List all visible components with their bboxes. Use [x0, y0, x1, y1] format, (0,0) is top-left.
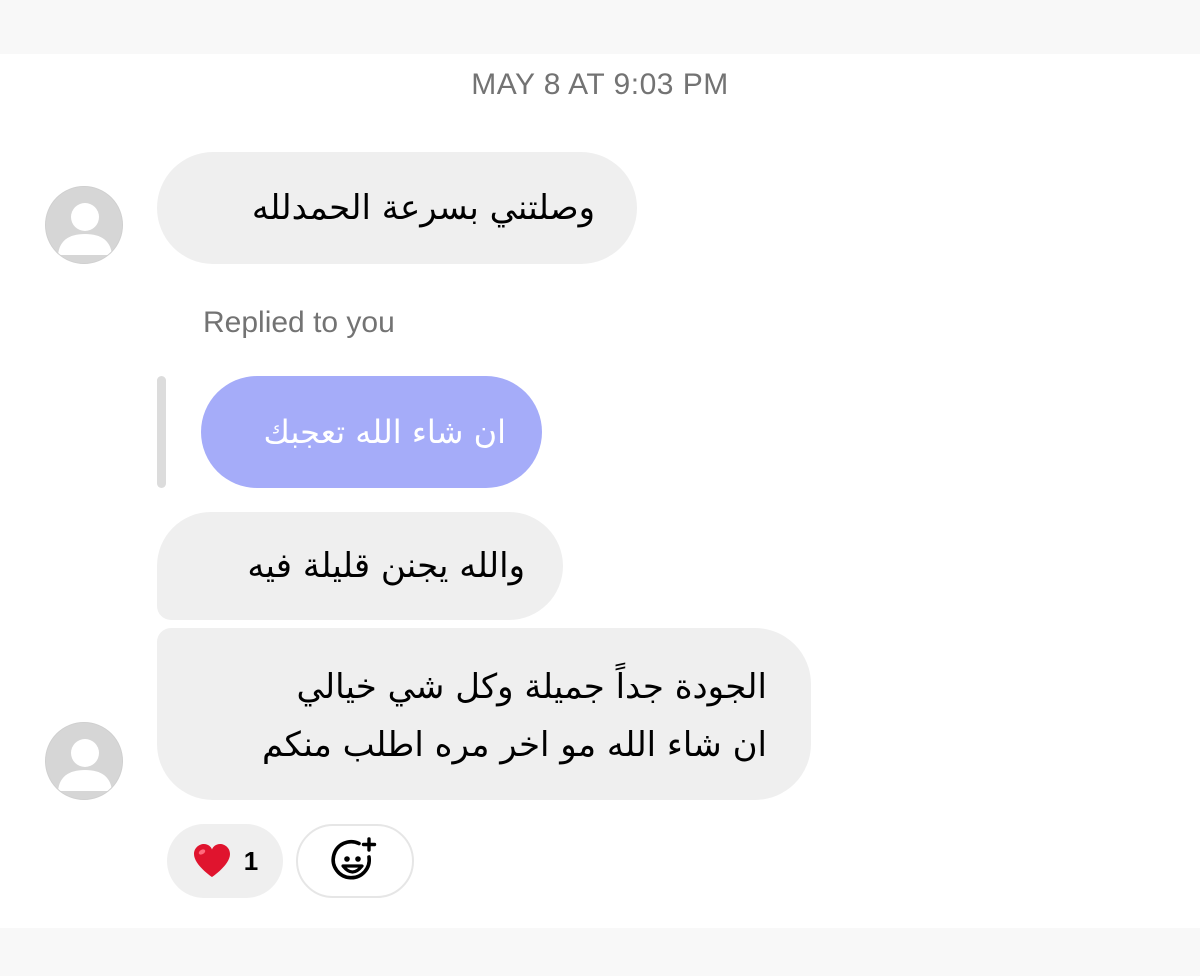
reply-indicator-bar — [157, 376, 166, 488]
message-text: وصلتني بسرعة الحمدلله — [251, 188, 595, 228]
quoted-message-bubble[interactable]: ان شاء الله تعجبك — [201, 376, 542, 488]
add-reaction-button[interactable] — [296, 824, 414, 898]
top-strip — [0, 0, 1200, 54]
message-bubble[interactable]: وصلتني بسرعة الحمدلله — [157, 152, 637, 264]
bottom-strip — [0, 928, 1200, 976]
replied-to-label: Replied to you — [203, 306, 395, 339]
message-text-line: الجودة جداً جميلة وكل شي خيالي — [296, 667, 767, 707]
reaction-count: 1 — [243, 845, 259, 876]
default-avatar-icon — [46, 723, 122, 799]
message-text-line: ان شاء الله مو اخر مره اطلب منكم — [261, 725, 767, 765]
reaction-pill[interactable]: 1 — [167, 824, 283, 898]
message-timestamp: MAY 8 AT 9:03 PM — [471, 68, 729, 101]
message-text: والله يجنن قليلة فيه — [247, 546, 525, 586]
default-avatar-icon — [46, 187, 122, 263]
quoted-message-text: ان شاء الله تعجبك — [263, 413, 506, 451]
message-bubble[interactable]: الجودة جداً جميلة وكل شي خيالي ان شاء ال… — [157, 628, 811, 800]
add-reaction-smiley-icon — [331, 837, 377, 880]
message-bubble[interactable]: والله يجنن قليلة فيه — [157, 512, 563, 620]
red-heart-icon — [193, 844, 230, 877]
sender-avatar[interactable] — [45, 722, 123, 800]
sender-avatar[interactable] — [45, 186, 123, 264]
